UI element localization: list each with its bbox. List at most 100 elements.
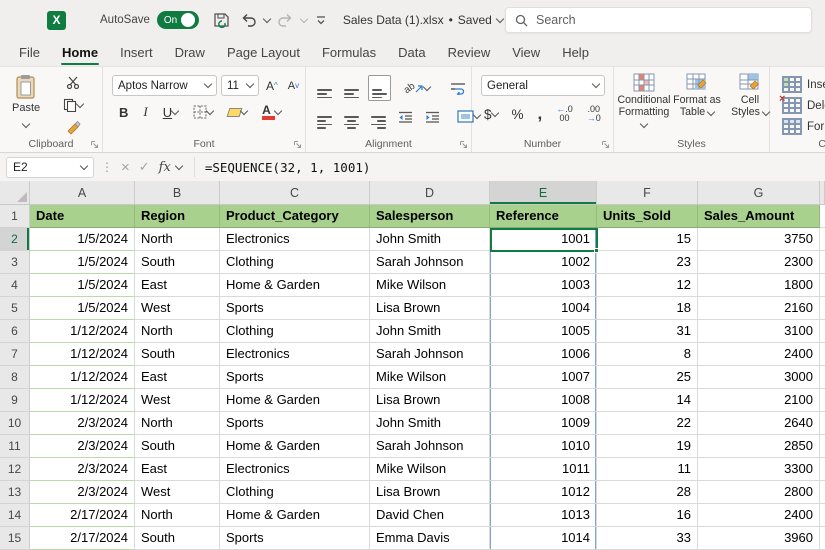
borders-button[interactable]: [190, 104, 216, 120]
cell-E8[interactable]: 1007: [490, 366, 597, 389]
cell-F6[interactable]: 31: [597, 320, 698, 343]
enter-button[interactable]: ✓: [139, 159, 150, 175]
undo-button[interactable]: [239, 11, 258, 29]
cell-A13[interactable]: 2/3/2024: [30, 481, 135, 504]
cell-G3[interactable]: 2300: [698, 251, 820, 274]
column-header-B[interactable]: B: [135, 181, 220, 205]
number-dialog-launcher[interactable]: [601, 140, 610, 149]
cell-C9[interactable]: Home & Garden: [220, 389, 370, 412]
comma-button[interactable]: ,: [535, 103, 546, 125]
fx-chevron-icon[interactable]: [175, 161, 183, 169]
tab-home[interactable]: Home: [51, 41, 109, 66]
italic-button[interactable]: I: [140, 103, 150, 121]
cell-B13[interactable]: West: [135, 481, 220, 504]
cell-B2[interactable]: North: [135, 228, 220, 251]
save-icon[interactable]: [211, 10, 233, 30]
decrease-decimal-button[interactable]: .00→0: [584, 104, 604, 124]
cell-F1[interactable]: Units_Sold: [597, 205, 698, 228]
cell-C2[interactable]: Electronics: [220, 228, 370, 251]
cell-partial-5[interactable]: [820, 297, 825, 320]
cell-E12[interactable]: 1011: [490, 458, 597, 481]
cell-B7[interactable]: South: [135, 343, 220, 366]
cell-A12[interactable]: 2/3/2024: [30, 458, 135, 481]
font-size-select[interactable]: 11: [221, 75, 259, 96]
cell-B8[interactable]: East: [135, 366, 220, 389]
cell-C12[interactable]: Electronics: [220, 458, 370, 481]
cell-D8[interactable]: Mike Wilson: [370, 366, 490, 389]
cell-partial-3[interactable]: [820, 251, 825, 274]
cell-A15[interactable]: 2/17/2024: [30, 527, 135, 550]
cell-D11[interactable]: Sarah Johnson: [370, 435, 490, 458]
insert-function-button[interactable]: fx: [159, 160, 171, 175]
name-box[interactable]: E2: [6, 157, 94, 178]
cell-G15[interactable]: 3960: [698, 527, 820, 550]
delete-cells-button[interactable]: × Delete: [782, 97, 825, 114]
cell-partial-10[interactable]: [820, 412, 825, 435]
currency-button[interactable]: $: [481, 106, 501, 123]
cell-B4[interactable]: East: [135, 274, 220, 297]
copy-button[interactable]: [60, 97, 86, 113]
row-header-15[interactable]: 15: [0, 527, 30, 550]
cell-G11[interactable]: 2850: [698, 435, 820, 458]
cell-F9[interactable]: 14: [597, 389, 698, 412]
redo-chevron-icon[interactable]: [300, 14, 308, 22]
cell-D10[interactable]: John Smith: [370, 412, 490, 435]
grow-font-button[interactable]: A^: [263, 78, 281, 94]
cell-B5[interactable]: West: [135, 297, 220, 320]
cell-E9[interactable]: 1008: [490, 389, 597, 412]
insert-cells-button[interactable]: Insert: [782, 76, 825, 93]
cell-partial-15[interactable]: [820, 527, 825, 550]
cell-B15[interactable]: South: [135, 527, 220, 550]
cell-D12[interactable]: Mike Wilson: [370, 458, 490, 481]
cell-styles-button[interactable]: Cell Styles: [724, 73, 776, 130]
font-family-select[interactable]: Aptos Narrow: [112, 75, 217, 96]
cell-C6[interactable]: Clothing: [220, 320, 370, 343]
search-input[interactable]: Search: [505, 7, 812, 33]
cell-A5[interactable]: 1/5/2024: [30, 297, 135, 320]
cell-D5[interactable]: Lisa Brown: [370, 297, 490, 320]
cell-D9[interactable]: Lisa Brown: [370, 389, 490, 412]
cell-partial-7[interactable]: [820, 343, 825, 366]
cell-C13[interactable]: Clothing: [220, 481, 370, 504]
tab-view[interactable]: View: [501, 41, 551, 66]
cell-G6[interactable]: 3100: [698, 320, 820, 343]
cell-F3[interactable]: 23: [597, 251, 698, 274]
cell-C3[interactable]: Clothing: [220, 251, 370, 274]
cell-A8[interactable]: 1/12/2024: [30, 366, 135, 389]
row-header-1[interactable]: 1: [0, 205, 30, 228]
cell-F14[interactable]: 16: [597, 504, 698, 527]
cell-E5[interactable]: 1004: [490, 297, 597, 320]
align-top-icon[interactable]: [314, 76, 335, 100]
cell-A2[interactable]: 1/5/2024: [30, 228, 135, 251]
cell-A7[interactable]: 1/12/2024: [30, 343, 135, 366]
cell-D3[interactable]: Sarah Johnson: [370, 251, 490, 274]
cell-B10[interactable]: North: [135, 412, 220, 435]
cell-G2[interactable]: 3750: [698, 228, 820, 251]
cell-E11[interactable]: 1010: [490, 435, 597, 458]
tab-help[interactable]: Help: [551, 41, 600, 66]
row-header-13[interactable]: 13: [0, 481, 30, 504]
format-cells-button[interactable]: Format: [782, 118, 825, 135]
cell-partial-14[interactable]: [820, 504, 825, 527]
formula-bar-grip-icon[interactable]: ⋮: [101, 160, 113, 174]
column-header-C[interactable]: C: [220, 181, 370, 205]
cell-C11[interactable]: Home & Garden: [220, 435, 370, 458]
column-header-D[interactable]: D: [370, 181, 490, 205]
align-right-icon[interactable]: [368, 103, 389, 131]
underline-button[interactable]: U: [160, 104, 181, 121]
clipboard-dialog-launcher[interactable]: [90, 140, 99, 149]
row-header-9[interactable]: 9: [0, 389, 30, 412]
cell-A1[interactable]: Date: [30, 205, 135, 228]
cell-F8[interactable]: 25: [597, 366, 698, 389]
cell-C14[interactable]: Home & Garden: [220, 504, 370, 527]
cell-D15[interactable]: Emma Davis: [370, 527, 490, 550]
cell-partial-6[interactable]: [820, 320, 825, 343]
autosave-toggle[interactable]: On: [157, 11, 199, 29]
cell-E10[interactable]: 1009: [490, 412, 597, 435]
row-header-5[interactable]: 5: [0, 297, 30, 320]
cell-C5[interactable]: Sports: [220, 297, 370, 320]
tab-insert[interactable]: Insert: [109, 41, 164, 66]
cell-D13[interactable]: Lisa Brown: [370, 481, 490, 504]
conditional-formatting-button[interactable]: Conditional Formatting: [618, 73, 670, 130]
cell-F2[interactable]: 15: [597, 228, 698, 251]
